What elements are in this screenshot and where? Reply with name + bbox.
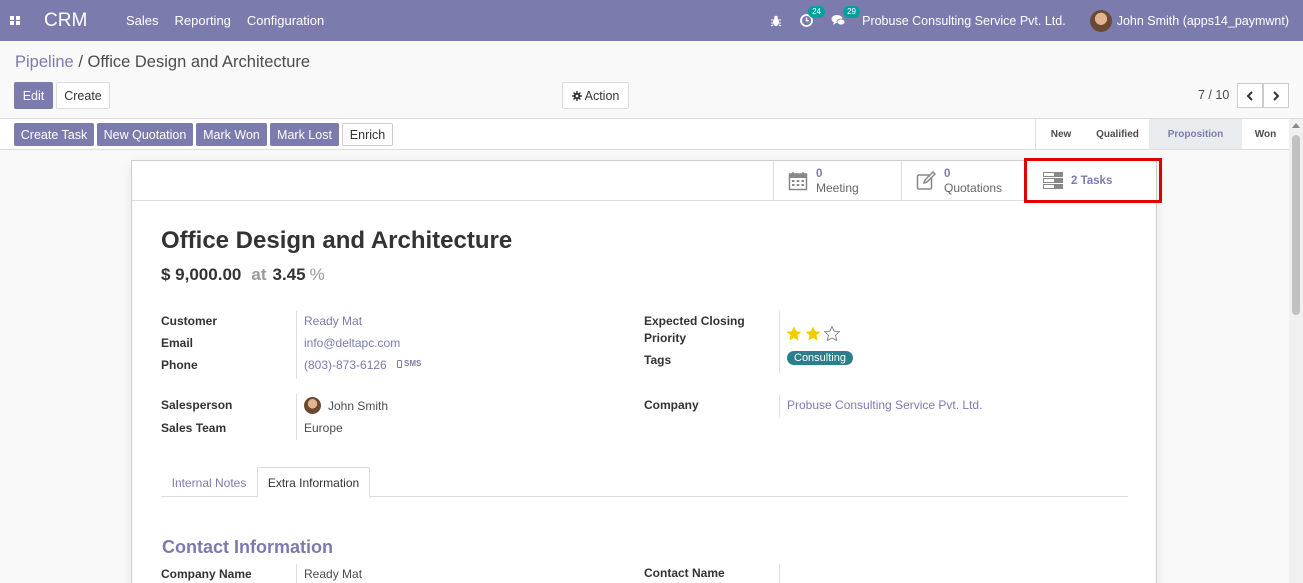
activity-clock-icon[interactable]: 24: [800, 6, 826, 27]
user-name: John Smith (apps14_paymwnt): [1116, 13, 1289, 28]
gear-icon: [571, 90, 582, 101]
top-navbar: CRM Sales Reporting Configuration 24 29 …: [0, 0, 1303, 41]
star-filled-icon[interactable]: [805, 326, 821, 341]
meeting-count: 0: [816, 167, 823, 180]
pager-counter[interactable]: 7 / 10: [1198, 88, 1229, 102]
priority-stars[interactable]: [786, 326, 840, 341]
star-empty-icon[interactable]: [824, 326, 840, 341]
create-button[interactable]: Create: [56, 82, 110, 109]
field-divider: [296, 564, 297, 583]
apps-menu-icon[interactable]: [1, 0, 29, 41]
calendar-icon: [788, 172, 808, 191]
smart-button-box: 0 Meeting 0 Quotations 2 Tasks: [132, 158, 1162, 203]
tag-consulting[interactable]: Consulting: [787, 351, 853, 365]
salesperson-avatar: [304, 397, 321, 414]
chevron-left-icon: [1246, 90, 1253, 101]
probability-value: 3.45: [272, 265, 306, 284]
quotations-label: Quotations: [944, 180, 1003, 195]
customer-label: Customer: [161, 314, 218, 328]
app-brand[interactable]: CRM: [44, 10, 126, 32]
edit-pencil-icon: [916, 171, 936, 190]
meeting-label: Meeting: [816, 180, 859, 195]
field-divider: [779, 311, 780, 373]
company-name-field[interactable]: Ready Mat: [304, 567, 362, 581]
notebook-tabs: Internal Notes Extra Information: [161, 467, 1128, 498]
field-divider: [296, 311, 297, 379]
stage-won[interactable]: Won: [1242, 119, 1289, 149]
stage-proposition[interactable]: Proposition: [1149, 119, 1242, 149]
menu-configuration[interactable]: Configuration: [247, 13, 324, 28]
field-divider: [296, 394, 297, 440]
chevron-right-icon: [1273, 90, 1280, 101]
action-button[interactable]: Action: [562, 82, 629, 109]
tasks-highlight-box: [1024, 158, 1162, 203]
user-avatar: [1089, 9, 1112, 32]
quotations-count: 0: [944, 167, 951, 180]
action-label: Action: [584, 88, 620, 103]
revenue-amount: $ 9,000.00: [161, 265, 242, 284]
email-field[interactable]: info@deltapc.com: [304, 336, 400, 350]
new-quotation-button[interactable]: New Quotation: [97, 123, 193, 146]
pager-next-button[interactable]: [1263, 83, 1289, 108]
edit-button[interactable]: Edit: [14, 82, 53, 109]
mark-won-button[interactable]: Mark Won: [196, 123, 267, 146]
company-name-label: Company Name: [161, 567, 252, 581]
phone-label: Phone: [161, 358, 198, 372]
mark-lost-button[interactable]: Mark Lost: [270, 123, 339, 146]
tab-extra-information[interactable]: Extra Information: [257, 467, 370, 498]
breadcrumb-pipeline-link[interactable]: Pipeline: [15, 53, 74, 71]
expected-closing-label: Expected Closing: [644, 314, 745, 328]
contact-information-heading: Contact Information: [162, 537, 333, 557]
menu-reporting[interactable]: Reporting: [175, 13, 231, 28]
sms-label: SMS: [404, 359, 422, 368]
field-divider: [779, 395, 780, 417]
salesperson-field[interactable]: John Smith: [304, 397, 388, 414]
company-label: Company: [644, 398, 699, 412]
user-menu[interactable]: John Smith (apps14_paymwnt): [1089, 9, 1289, 32]
stage-qualified[interactable]: Qualified: [1086, 119, 1149, 149]
phone-field[interactable]: (803)-873-6126: [304, 358, 387, 372]
tab-internal-notes[interactable]: Internal Notes: [161, 467, 257, 498]
meeting-smart-button[interactable]: 0 Meeting: [773, 161, 901, 201]
quotations-smart-button[interactable]: 0 Quotations: [901, 161, 1025, 201]
mobile-icon: [397, 359, 402, 368]
sales-team-field[interactable]: Europe: [304, 421, 343, 435]
sms-button[interactable]: SMS: [397, 359, 421, 368]
page-scrollbar[interactable]: [1289, 119, 1303, 583]
messages-chat-icon[interactable]: 29: [831, 6, 861, 27]
create-task-button[interactable]: Create Task: [14, 123, 94, 146]
customer-field[interactable]: Ready Mat: [304, 314, 362, 328]
form-statusbar: Create Task New Quotation Mark Won Mark …: [0, 118, 1303, 150]
menu-sales[interactable]: Sales: [126, 13, 159, 28]
tags-label: Tags: [644, 353, 672, 367]
star-filled-icon[interactable]: [786, 326, 802, 341]
lead-title[interactable]: Office Design and Architecture: [161, 227, 512, 255]
pager-previous-button[interactable]: [1237, 83, 1263, 108]
salesperson-name: John Smith: [328, 398, 389, 413]
salesperson-label: Salesperson: [161, 398, 233, 412]
company-switcher[interactable]: Probuse Consulting Service Pvt. Ltd.: [862, 14, 1066, 28]
priority-label: Priority: [644, 331, 687, 345]
company-field[interactable]: Probuse Consulting Service Pvt. Ltd.: [787, 398, 982, 412]
breadcrumb-separator: /: [78, 53, 83, 71]
percent-sign: %: [309, 265, 325, 284]
sales-team-label: Sales Team: [161, 421, 227, 435]
debug-bug-icon[interactable]: [770, 15, 782, 27]
breadcrumb-current: Office Design and Architecture: [87, 53, 311, 71]
enrich-button[interactable]: Enrich: [342, 123, 393, 146]
field-divider: [779, 564, 780, 583]
scroll-up-arrow-icon[interactable]: [1292, 123, 1300, 128]
stage-new[interactable]: New: [1036, 119, 1086, 149]
contact-name-label: Contact Name: [644, 566, 725, 580]
expected-revenue[interactable]: $ 9,000.00 at 3.45%: [161, 265, 325, 285]
scrollbar-thumb[interactable]: [1292, 135, 1300, 315]
form-sheet: 0 Meeting 0 Quotations 2 Tasks Office De…: [131, 158, 1162, 583]
revenue-at-label: at: [251, 265, 267, 284]
stage-pipeline: New Qualified Proposition Won: [1035, 119, 1289, 149]
activity-count-badge: 24: [808, 6, 826, 18]
email-label: Email: [161, 336, 194, 350]
message-count-badge: 29: [843, 6, 861, 18]
breadcrumb: Pipeline / Office Design and Architectur…: [15, 53, 310, 72]
